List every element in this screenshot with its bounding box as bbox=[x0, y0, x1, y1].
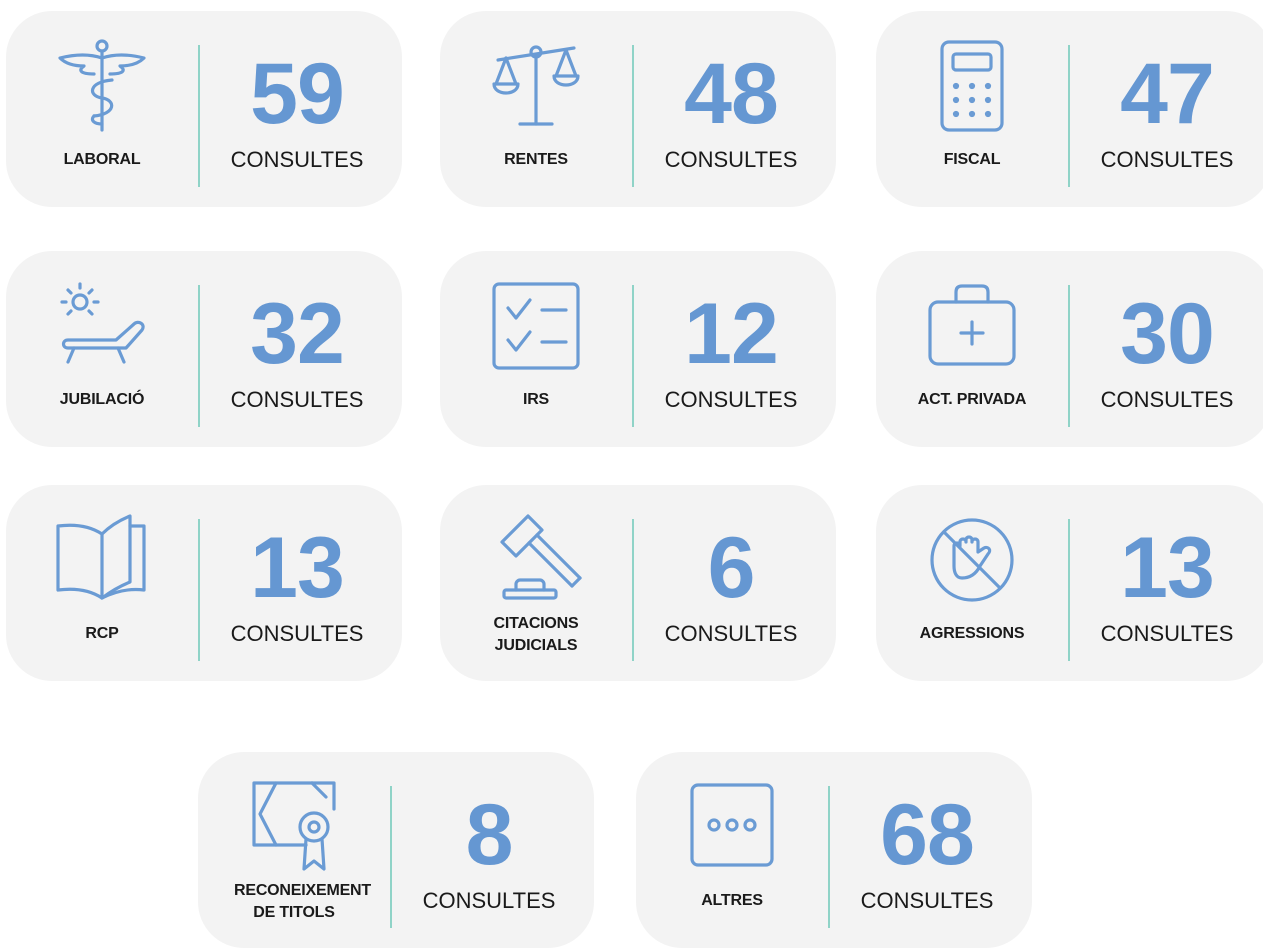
consultation-count: 59 bbox=[250, 46, 345, 142]
count-unit: CONSULTES bbox=[664, 621, 798, 646]
consultation-count: 13 bbox=[250, 520, 345, 616]
scales-icon bbox=[476, 39, 596, 133]
divider bbox=[632, 285, 634, 427]
consultation-count: 32 bbox=[250, 286, 345, 382]
divider bbox=[198, 285, 200, 427]
gavel-icon bbox=[476, 513, 596, 607]
count-unit: CONSULTES bbox=[230, 147, 364, 172]
consultation-count: 12 bbox=[684, 286, 779, 382]
category-label: JUBILACIÓ bbox=[59, 391, 145, 408]
calculator-icon bbox=[912, 39, 1032, 133]
divider bbox=[198, 519, 200, 661]
category-label: RENTES bbox=[504, 151, 568, 168]
category-label: AGRESSIONS bbox=[919, 625, 1025, 642]
consultation-count: 47 bbox=[1120, 46, 1215, 142]
medical-kit-icon bbox=[912, 279, 1032, 373]
consultation-count: 6 bbox=[707, 520, 756, 616]
category-label: IRS bbox=[522, 391, 550, 408]
divider bbox=[632, 519, 634, 661]
category-label: RECONEIXEMENT DE TITOLS bbox=[234, 882, 371, 921]
certificate-icon bbox=[234, 780, 354, 874]
category-label: LABORAL bbox=[63, 151, 141, 168]
category-label: FISCAL bbox=[943, 151, 1001, 168]
stop-fist-icon bbox=[912, 513, 1032, 607]
consultation-count: 30 bbox=[1120, 286, 1215, 382]
category-card-irs: IRS 12 CONSULTES bbox=[440, 251, 836, 447]
category-card-altres: ALTRES 68 CONSULTES bbox=[636, 752, 1032, 948]
category-card-fiscal: FISCAL 47 CONSULTES bbox=[876, 11, 1263, 207]
category-card-rcp: RCP 13 CONSULTES bbox=[6, 485, 402, 681]
category-card-jubilacio: JUBILACIÓ 32 CONSULTES bbox=[6, 251, 402, 447]
count-unit: CONSULTES bbox=[1100, 621, 1234, 646]
caduceus-icon bbox=[42, 39, 162, 133]
category-card-reconeixement-de-titols: RECONEIXEMENT DE TITOLS 8 CONSULTES bbox=[198, 752, 594, 948]
count-unit: CONSULTES bbox=[1100, 387, 1234, 412]
consultation-count: 8 bbox=[465, 787, 514, 883]
count-unit: CONSULTES bbox=[664, 387, 798, 412]
category-card-act-privada: ACT. PRIVADA 30 CONSULTES bbox=[876, 251, 1263, 447]
category-label: ALTRES bbox=[701, 892, 763, 909]
consultation-count: 68 bbox=[880, 787, 975, 883]
count-unit: CONSULTES bbox=[860, 888, 994, 913]
count-unit: CONSULTES bbox=[230, 387, 364, 412]
divider bbox=[198, 45, 200, 187]
count-unit: CONSULTES bbox=[664, 147, 798, 172]
divider bbox=[1068, 519, 1070, 661]
divider bbox=[1068, 285, 1070, 427]
divider bbox=[632, 45, 634, 187]
count-unit: CONSULTES bbox=[1100, 147, 1234, 172]
consultation-count: 48 bbox=[684, 46, 779, 142]
open-book-icon bbox=[42, 513, 162, 607]
category-label: ACT. PRIVADA bbox=[917, 391, 1027, 408]
sun-lounger-icon bbox=[42, 279, 162, 373]
category-card-rentes: RENTES 48 CONSULTES bbox=[440, 11, 836, 207]
checklist-icon bbox=[476, 279, 596, 373]
more-dots-icon bbox=[672, 780, 792, 874]
count-unit: CONSULTES bbox=[230, 621, 364, 646]
consultation-count: 13 bbox=[1120, 520, 1215, 616]
count-unit: CONSULTES bbox=[422, 888, 556, 913]
divider bbox=[1068, 45, 1070, 187]
category-card-citacions-judicials: CITACIONS JUDICIALS 6 CONSULTES bbox=[440, 485, 836, 681]
divider bbox=[390, 786, 392, 928]
category-label: RCP bbox=[85, 625, 119, 642]
category-label: CITACIONS JUDICIALS bbox=[493, 615, 579, 654]
category-card-laboral: LABORAL 59 CONSULTES bbox=[6, 11, 402, 207]
category-card-agressions: AGRESSIONS 13 CONSULTES bbox=[876, 485, 1263, 681]
divider bbox=[828, 786, 830, 928]
